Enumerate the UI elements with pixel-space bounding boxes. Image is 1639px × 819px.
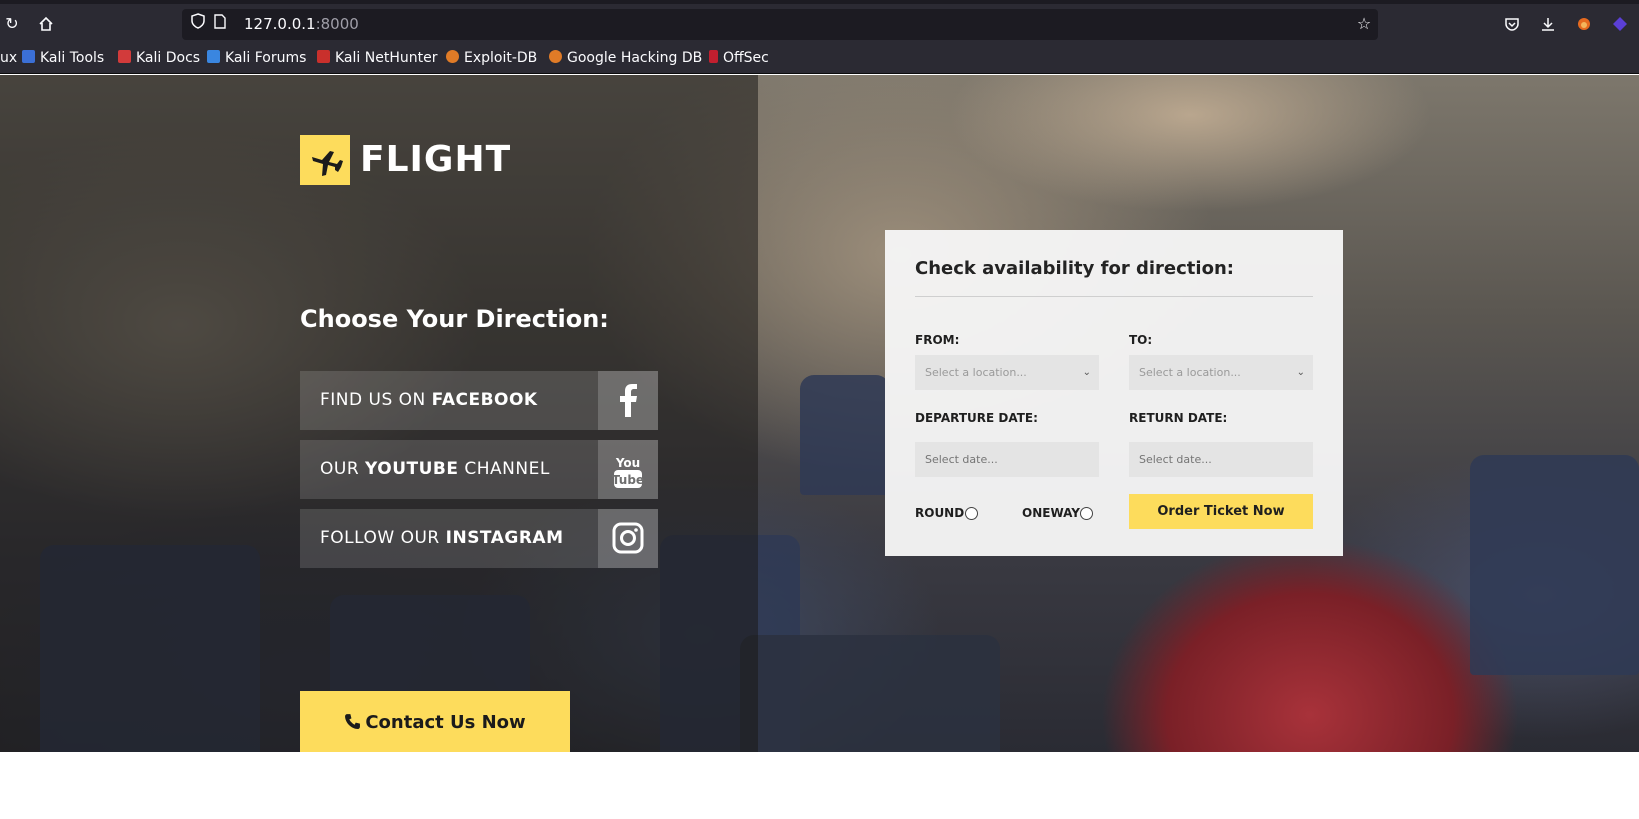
form-divider [915,296,1313,297]
bookmarks-bar: ux Kali Tools Kali Docs Kali Forums Kali… [0,42,1639,74]
facebook-link[interactable]: FIND US ON FACEBOOK [300,371,658,430]
exploit-db-icon [446,50,459,63]
return-date-input[interactable] [1129,442,1313,477]
home-icon[interactable] [34,12,58,36]
bookmark-google-hacking-db[interactable]: Google Hacking DB [549,49,702,67]
page-icon [208,12,232,36]
svg-text:You: You [615,456,640,470]
google-hacking-db-icon [549,50,562,63]
order-ticket-button[interactable]: Order Ticket Now [1129,494,1313,529]
pocket-icon[interactable] [1500,12,1524,36]
choose-direction-heading: Choose Your Direction: [300,305,609,333]
offsec-icon [709,50,718,63]
svg-text:Tube: Tube [612,473,644,487]
instagram-link[interactable]: FOLLOW OUR INSTAGRAM [300,509,658,568]
departure-date-label: DEPARTURE DATE: [915,411,1038,425]
url-text[interactable]: 127.0.0.1:8000 [244,15,359,33]
chevron-down-icon: ⌄ [1296,367,1305,378]
from-label: FROM: [915,333,960,347]
seat-shape [1470,455,1639,675]
return-date-label: RETURN DATE: [1129,411,1228,425]
bookmark-kali-tools[interactable]: Kali Tools [22,49,104,67]
availability-form: Check availability for direction: FROM: … [885,230,1343,556]
instagram-icon [598,509,658,568]
bookmark-kali-nethunter[interactable]: Kali NetHunter [317,49,437,67]
youtube-link-label: OUR YOUTUBE CHANNEL [320,459,550,479]
kali-nethunter-icon [317,50,330,63]
contact-us-label: Contact Us Now [365,712,526,733]
downloads-icon[interactable] [1536,12,1560,36]
page: FLIGHT Choose Your Direction: FIND US ON… [0,75,1639,752]
shield-icon[interactable] [186,12,210,36]
facebook-icon [598,371,658,430]
oneway-radio[interactable] [1080,507,1093,520]
instagram-link-label: FOLLOW OUR INSTAGRAM [320,528,564,548]
phone-icon [345,714,361,729]
kali-forums-icon [207,50,220,63]
youtube-icon: You Tube [598,440,658,499]
reload-icon[interactable]: ↻ [0,12,24,36]
kali-docs-icon [118,50,131,63]
seat-shape [800,375,890,495]
bookmark-ux[interactable]: ux [0,49,17,67]
browser-toolbar: ↻ 127.0.0.1:8000 ☆ [0,0,1639,42]
chevron-down-icon: ⌄ [1082,367,1091,378]
url-bar[interactable]: 127.0.0.1:8000 ☆ [182,9,1378,40]
logo-box[interactable] [300,135,350,185]
to-select[interactable]: Select a location... ⌄ [1129,355,1313,390]
bookmark-offsec[interactable]: OffSec [709,49,769,67]
logo-text[interactable]: FLIGHT [360,135,511,185]
round-radio[interactable] [965,507,978,520]
contact-us-button[interactable]: Contact Us Now [300,691,570,752]
from-select[interactable]: Select a location... ⌄ [915,355,1099,390]
bookmark-exploit-db[interactable]: Exploit-DB [446,49,537,67]
bookmark-kali-forums[interactable]: Kali Forums [207,49,306,67]
bookmark-star-icon[interactable]: ☆ [1352,12,1376,36]
youtube-link[interactable]: OUR YOUTUBE CHANNEL You Tube [300,440,658,499]
facebook-link-label: FIND US ON FACEBOOK [320,390,538,410]
form-title: Check availability for direction: [915,258,1234,279]
to-label: TO: [1129,333,1153,347]
oneway-label: ONEWAY [1022,506,1080,520]
kali-tools-icon [22,50,35,63]
departure-date-input[interactable] [915,442,1099,477]
bookmark-kali-docs[interactable]: Kali Docs [118,49,200,67]
round-label: ROUND [915,506,965,520]
extension-fox-icon[interactable] [1572,12,1596,36]
seat-shape [740,635,1000,752]
extension-cube-icon[interactable] [1608,12,1632,36]
airplane-icon [312,151,343,176]
